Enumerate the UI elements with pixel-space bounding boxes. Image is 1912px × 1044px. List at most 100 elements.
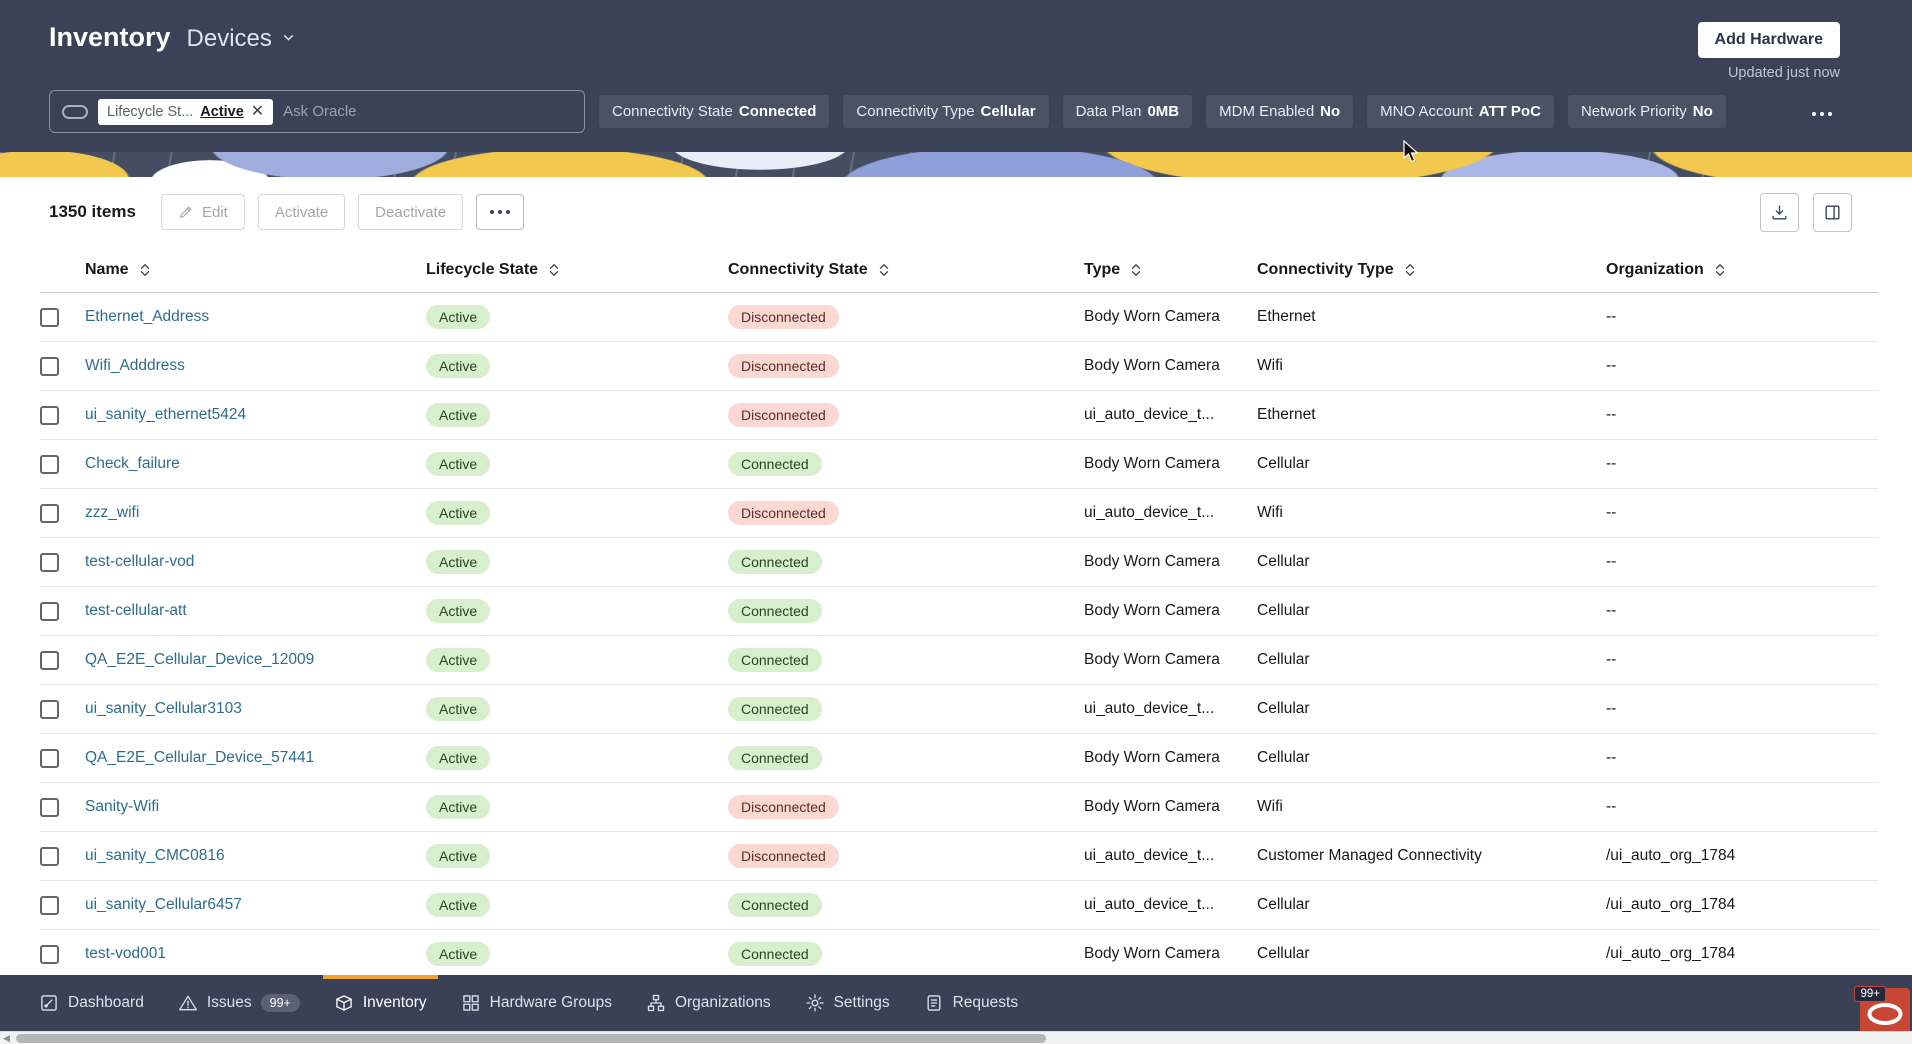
cell-lifecycle: Active <box>426 746 728 770</box>
manage-columns-button[interactable] <box>1813 193 1852 232</box>
device-name-link[interactable]: ui_sanity_Cellular3103 <box>85 700 242 717</box>
cell-checkbox <box>40 847 85 866</box>
table-row: Ethernet_AddressActiveDisconnectedBody W… <box>40 293 1878 342</box>
sort-icon[interactable] <box>1403 262 1417 278</box>
filter-chip-value: No <box>1693 103 1713 120</box>
device-name-link[interactable]: test-cellular-vod <box>85 553 194 570</box>
cell-connectivity_state: Disconnected <box>728 305 1084 329</box>
cell-name: QA_E2E_Cellular_Device_57441 <box>85 749 426 767</box>
cell-connectivity_state: Connected <box>728 648 1084 672</box>
filter-chip[interactable]: MNO Account ATT PoC <box>1367 95 1554 128</box>
cell-type: ui_auto_device_t... <box>1084 406 1257 424</box>
device-name-link[interactable]: test-cellular-att <box>85 602 187 619</box>
column-header-type[interactable]: Type <box>1084 261 1257 279</box>
device-name-link[interactable]: ui_sanity_ethernet5424 <box>85 406 246 423</box>
sort-icon[interactable] <box>1129 262 1143 278</box>
edit-button[interactable]: Edit <box>161 194 245 230</box>
row-checkbox[interactable] <box>40 945 59 964</box>
row-checkbox[interactable] <box>40 896 59 915</box>
nav-item-requests[interactable]: Requests <box>907 975 1035 1031</box>
nav-item-inventory[interactable]: Inventory <box>317 975 444 1031</box>
nav-item-settings[interactable]: Settings <box>788 975 907 1031</box>
device-name-link[interactable]: Wifi_Adddress <box>85 357 185 374</box>
more-actions-button[interactable] <box>476 194 524 230</box>
row-checkbox[interactable] <box>40 553 59 572</box>
sort-icon[interactable] <box>547 262 561 278</box>
table-row: test-vod001ActiveConnectedBody Worn Came… <box>40 930 1878 979</box>
filter-chip[interactable]: MDM Enabled No <box>1206 95 1353 128</box>
cell-name: Ethernet_Address <box>85 308 426 326</box>
table-row: ui_sanity_Cellular3103ActiveConnectedui_… <box>40 685 1878 734</box>
sort-icon[interactable] <box>138 262 152 278</box>
row-checkbox[interactable] <box>40 602 59 621</box>
column-header-organization[interactable]: Organization <box>1606 261 1878 279</box>
close-icon[interactable]: ✕ <box>251 104 264 120</box>
scrollbar-thumb[interactable] <box>16 1034 1046 1043</box>
row-checkbox[interactable] <box>40 504 59 523</box>
cell-lifecycle: Active <box>426 501 728 525</box>
device-name-link[interactable]: Sanity-Wifi <box>85 798 159 815</box>
download-button[interactable] <box>1760 193 1799 232</box>
cell-connectivity_type: Cellular <box>1257 651 1606 669</box>
row-checkbox[interactable] <box>40 847 59 866</box>
table-row: QA_E2E_Cellular_Device_57441 ActiveConnec… <box>40 734 1878 783</box>
row-checkbox[interactable] <box>40 651 59 670</box>
nav-item-dashboard[interactable]: Dashboard <box>22 975 161 1031</box>
device-name-link[interactable]: Check_failure <box>85 455 180 472</box>
search-input[interactable] <box>283 103 572 120</box>
sort-icon[interactable] <box>1713 262 1727 278</box>
nav-item-issues[interactable]: Issues 99+ <box>161 975 317 1031</box>
table-row: test-cellular-attActiveConnectedBody Wor… <box>40 587 1878 636</box>
filter-toggle-icon[interactable] <box>62 105 88 119</box>
search-bar[interactable]: Lifecycle St... Active ✕ <box>49 90 585 133</box>
page-subtitle-dropdown[interactable]: Devices <box>187 25 297 53</box>
cell-connectivity_type: Wifi <box>1257 798 1606 816</box>
device-name-link[interactable]: ui_sanity_CMC0816 <box>85 847 225 864</box>
row-checkbox[interactable] <box>40 749 59 768</box>
device-name-link[interactable]: ui_sanity_Cellular6457 <box>85 896 242 913</box>
device-name-link[interactable]: zzz_wifi <box>85 504 139 521</box>
row-checkbox[interactable] <box>40 798 59 817</box>
hardware-groups-icon <box>461 993 481 1013</box>
device-name-link[interactable]: QA_E2E_Cellular_Device_57441 <box>85 749 314 766</box>
more-filters-button[interactable] <box>1804 96 1840 127</box>
status-pill: Active <box>426 844 490 868</box>
active-filter-chip[interactable]: Lifecycle St... Active ✕ <box>98 99 273 125</box>
filter-chip[interactable]: Connectivity State Connected <box>599 95 829 128</box>
deactivate-button[interactable]: Deactivate <box>358 194 463 230</box>
cell-organization: /ui_auto_org_1784 <box>1606 896 1878 914</box>
row-checkbox[interactable] <box>40 308 59 327</box>
scroll-left-icon[interactable]: ◀ <box>3 1033 10 1044</box>
column-header-connectivity_type[interactable]: Connectivity Type <box>1257 261 1606 279</box>
filter-chip[interactable]: Data Plan 0MB <box>1063 95 1193 128</box>
column-header-name[interactable]: Name <box>85 261 426 279</box>
sort-icon[interactable] <box>877 262 891 278</box>
cell-connectivity_state: Connected <box>728 746 1084 770</box>
row-checkbox[interactable] <box>40 455 59 474</box>
nav-item-hardware-groups[interactable]: Hardware Groups <box>444 975 629 1031</box>
column-header-lifecycle[interactable]: Lifecycle State <box>426 261 728 279</box>
cell-name: ui_sanity_Cellular3103 <box>85 700 426 718</box>
cell-type: ui_auto_device_t... <box>1084 847 1257 865</box>
cell-name: Sanity-Wifi <box>85 798 426 816</box>
device-name-link[interactable]: test-vod001 <box>85 945 166 962</box>
filter-chip[interactable]: Connectivity Type Cellular <box>843 95 1048 128</box>
device-name-link[interactable]: QA_E2E_Cellular_Device_12009 <box>85 651 314 668</box>
status-pill: Connected <box>728 697 822 721</box>
device-name-link[interactable]: Ethernet_Address <box>85 308 209 325</box>
cell-connectivity_type: Cellular <box>1257 700 1606 718</box>
filter-chip[interactable]: Network Priority No <box>1568 95 1726 128</box>
row-checkbox[interactable] <box>40 406 59 425</box>
row-checkbox[interactable] <box>40 357 59 376</box>
cell-connectivity_state: Connected <box>728 942 1084 966</box>
row-checkbox[interactable] <box>40 700 59 719</box>
cell-connectivity_state: Connected <box>728 893 1084 917</box>
cell-checkbox <box>40 602 85 621</box>
nav-item-organizations[interactable]: Organizations <box>629 975 788 1031</box>
horizontal-scrollbar[interactable]: ◀ <box>0 1031 1912 1044</box>
cell-checkbox <box>40 896 85 915</box>
column-header-connectivity_state[interactable]: Connectivity State <box>728 261 1084 279</box>
page-subtitle-label: Devices <box>187 25 272 53</box>
activate-button[interactable]: Activate <box>258 194 345 230</box>
add-hardware-button[interactable]: Add Hardware <box>1698 22 1840 58</box>
